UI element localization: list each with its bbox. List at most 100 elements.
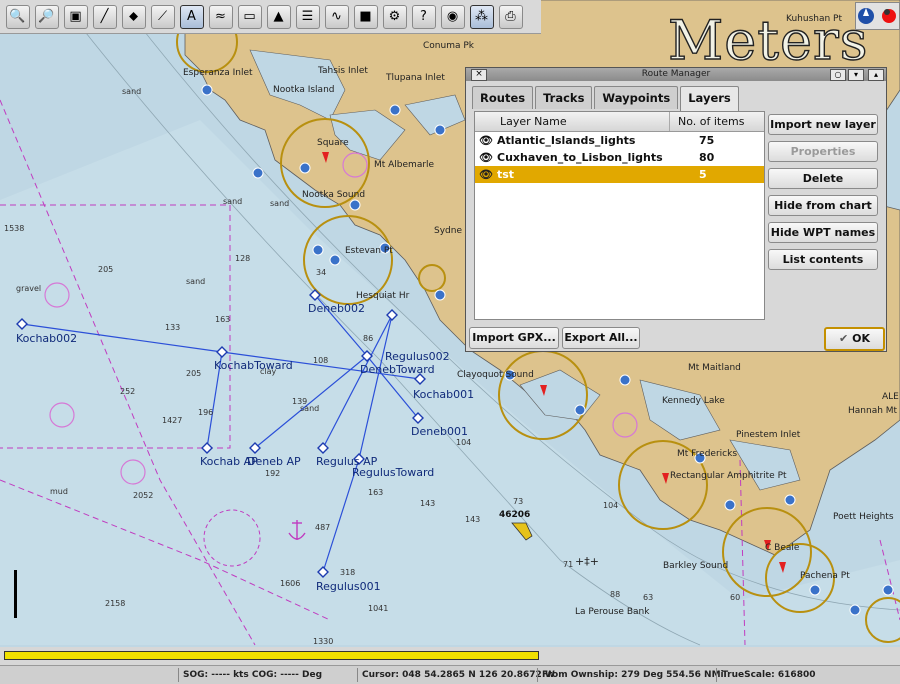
depth-label: mud	[50, 487, 68, 496]
layer-actions: Import new layer Properties Delete Hide …	[768, 114, 878, 276]
import-gpx-button[interactable]: Import GPX...	[469, 327, 559, 349]
place-label: Mt Fredericks	[677, 449, 737, 459]
layers-icon[interactable]: ▣	[63, 4, 88, 29]
print-icon[interactable]: ⎙	[498, 4, 523, 29]
track-icon[interactable]: ∿	[324, 4, 349, 29]
minimize-icon[interactable]: ○	[830, 69, 846, 81]
waypoint-label[interactable]: Kochab002	[16, 332, 77, 345]
waypoint-label[interactable]: Deneb001	[411, 425, 468, 438]
place-label: Rectangular Amphitrite Pt	[670, 471, 787, 481]
waypoint-label[interactable]: RegulusToward	[352, 466, 434, 479]
depth-label: 1427	[162, 416, 182, 425]
ok-button[interactable]: ✔ OK	[824, 327, 885, 351]
depth-label: 143	[465, 515, 480, 524]
layer-row[interactable]: 👁 Atlantic_Islands_lights 75	[475, 132, 764, 149]
progress-fill	[4, 651, 539, 660]
hide-wpt-names-button[interactable]: Hide WPT names	[768, 222, 878, 243]
sog-cog-readout: SOG: ----- kts COG: ----- Deg	[183, 670, 323, 680]
place-label: Conuma Pk	[423, 41, 475, 51]
layer-name: tst	[497, 168, 515, 181]
tab-layers[interactable]: Layers	[680, 86, 739, 111]
depth-label: 487	[315, 523, 330, 532]
settings-icon[interactable]: ⚙	[382, 4, 407, 29]
place-label: C Beale	[765, 543, 800, 553]
layer-name: Cuxhaven_to_Lisbon_lights	[497, 151, 663, 164]
pin-icon[interactable]: ▾	[848, 69, 864, 81]
depth-label: 163	[215, 315, 230, 324]
ais-icon[interactable]: ▲	[266, 4, 291, 29]
tab-tracks[interactable]: Tracks	[535, 86, 593, 109]
color-icon[interactable]: ■	[353, 4, 378, 29]
main-toolbar: 🔍 🔎 ▣ ╱ ⬥ ⟋ A ≈ ▭ ▲ ☰ ∿ ■ ⚙ ? ◉ ⁂ ⎙	[0, 0, 541, 34]
depth-label: 60	[730, 593, 740, 602]
place-label: Nootka Sound	[302, 190, 365, 200]
hide-from-chart-button[interactable]: Hide from chart	[768, 195, 878, 216]
place-label: Esperanza Inlet	[183, 68, 253, 78]
tide-icon[interactable]: ≈	[208, 4, 233, 29]
waypoint-label[interactable]: Deneb AP	[247, 455, 301, 468]
waypoint-label[interactable]: KochabToward	[214, 359, 293, 372]
depth-label: sand	[186, 277, 205, 286]
toggle-icon[interactable]: ▭	[237, 4, 262, 29]
import-new-layer-button[interactable]: Import new layer	[768, 114, 878, 135]
eye-icon[interactable]: 👁	[475, 168, 497, 181]
eye-icon[interactable]: 👁	[475, 134, 497, 147]
column-header-count[interactable]: No. of items	[670, 112, 744, 131]
depth-label: 71	[563, 560, 573, 569]
layers-list[interactable]: Layer Name No. of items 👁 Atlantic_Islan…	[474, 111, 765, 320]
ok-label: OK	[852, 332, 870, 345]
depth-label: 318	[340, 568, 355, 577]
compass-rose-icon[interactable]: ⬥	[121, 4, 146, 29]
dialog-titlebar[interactable]: × Route Manager ○ ▾ ▴	[466, 68, 886, 81]
depth-label: 34	[316, 268, 326, 277]
depth-label: 196	[198, 408, 213, 417]
properties-button[interactable]: Properties	[768, 141, 878, 162]
dialog-title: Route Manager	[641, 69, 711, 79]
depth-label: 1330	[313, 637, 333, 646]
depth-label: 205	[186, 369, 201, 378]
depth-units-overlay: Meters	[667, 9, 869, 72]
compass-status-panel[interactable]	[855, 2, 900, 30]
depth-label: 108	[313, 356, 328, 365]
depth-label: 1538	[4, 224, 24, 233]
layer-name: Atlantic_Islands_lights	[497, 134, 636, 147]
layer-row-selected[interactable]: 👁 tst 5	[475, 166, 764, 183]
maximize-icon[interactable]: ▴	[868, 69, 884, 81]
place-label: Square	[317, 138, 349, 148]
help-icon[interactable]: ?	[411, 4, 436, 29]
svg-text:+‡+: +‡+	[575, 555, 599, 568]
export-all-button[interactable]: Export All...	[562, 327, 640, 349]
waypoint-label[interactable]: Deneb002	[308, 302, 365, 315]
list-contents-button[interactable]: List contents	[768, 249, 878, 270]
route-icon[interactable]: ╱	[92, 4, 117, 29]
delete-button[interactable]: Delete	[768, 168, 878, 189]
depth-label: 163	[368, 488, 383, 497]
close-icon[interactable]: ×	[471, 69, 487, 81]
chart-tools-icon[interactable]: ⁂	[469, 4, 494, 29]
layer-count: 75	[699, 134, 715, 147]
enc-icon[interactable]: ◉	[440, 4, 465, 29]
place-label: Hannah Mt	[848, 406, 898, 416]
waypoint-label[interactable]: Kochab001	[413, 388, 474, 401]
tab-routes[interactable]: Routes	[472, 86, 534, 109]
list-icon[interactable]: ☰	[295, 4, 320, 29]
text-tool-icon[interactable]: A	[179, 4, 204, 29]
eye-icon[interactable]: 👁	[475, 151, 497, 164]
depth-label: sand	[122, 87, 141, 96]
depth-label: 143	[420, 499, 435, 508]
measure-icon[interactable]: ⟋	[150, 4, 175, 29]
waypoint-label[interactable]: DenebToward	[360, 363, 435, 376]
buoy-label: 46206	[499, 510, 530, 520]
depth-label: 104	[456, 438, 471, 447]
waypoint-label[interactable]: Regulus002	[385, 350, 450, 363]
tab-waypoints[interactable]: Waypoints	[594, 86, 679, 109]
place-label: Mt Maitland	[688, 363, 741, 373]
zoom-in-icon[interactable]: 🔍	[5, 4, 30, 29]
column-header-layer-name[interactable]: Layer Name	[475, 112, 670, 131]
layer-row[interactable]: 👁 Cuxhaven_to_Lisbon_lights 80	[475, 149, 764, 166]
depth-label: 133	[165, 323, 180, 332]
place-label: Tahsis Inlet	[317, 66, 368, 76]
waypoint-label[interactable]: Regulus001	[316, 580, 381, 593]
zoom-out-icon[interactable]: 🔎	[34, 4, 59, 29]
place-label: La Perouse Bank	[575, 607, 650, 617]
